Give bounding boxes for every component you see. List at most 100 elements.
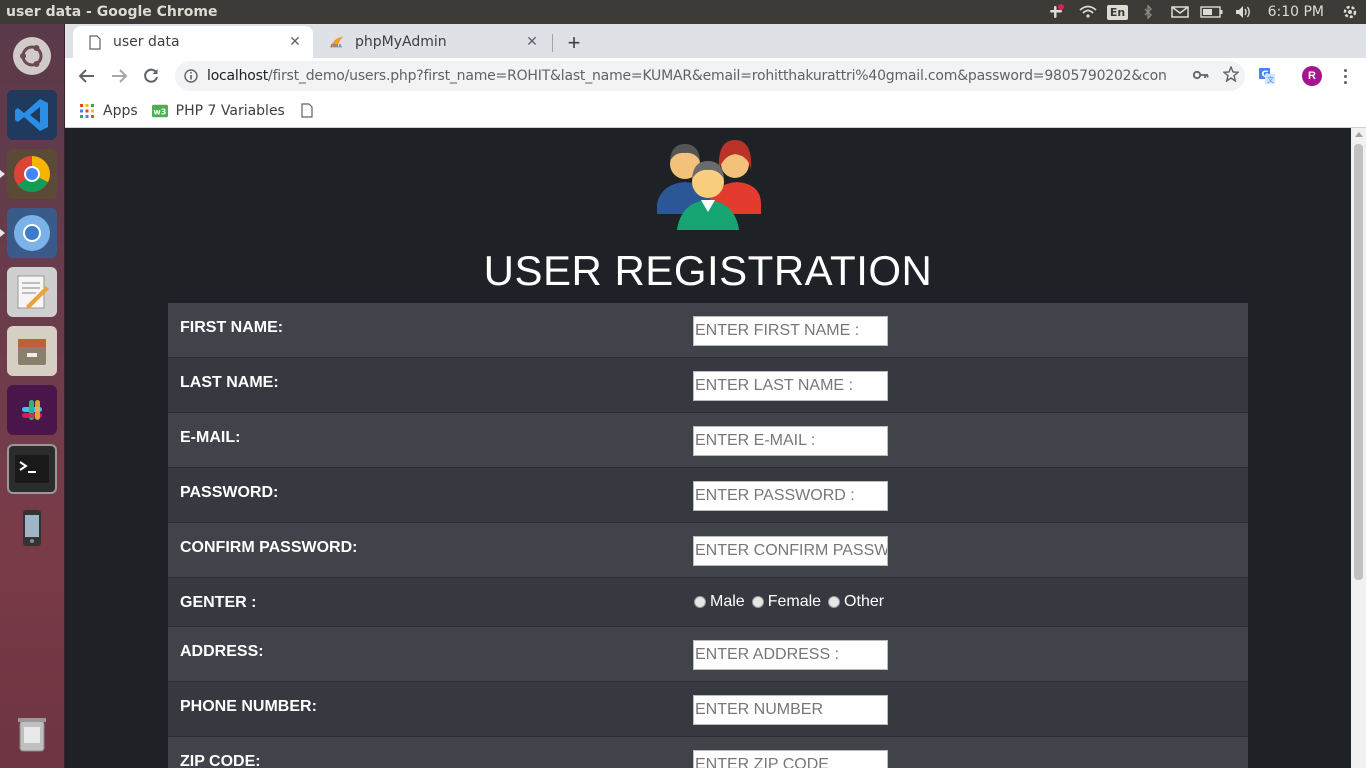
gender-radio-group: Male Female Other [693,593,890,611]
volume-icon[interactable] [1228,0,1260,24]
clock[interactable]: 6:10 PM [1260,4,1334,20]
form-row-last-name: LAST NAME: [168,358,1248,413]
tab-strip: user data ✕ PMA phpMyAdmin ✕ + [65,24,1366,58]
field-label: GENTER : [180,594,257,611]
os-top-panel: user data - Google Chrome En 6:10 PM [0,0,1366,24]
bluetooth-icon[interactable] [1132,0,1164,24]
form-row-first-name: FIRST NAME: [168,303,1248,358]
vscode-icon[interactable] [7,90,57,140]
key-icon[interactable] [1192,67,1209,85]
form-row-zip: ZIP CODE: [168,737,1248,768]
w3-icon: w3 [151,103,168,119]
wifi-icon[interactable] [1072,0,1104,24]
bookmark-star-icon[interactable] [1222,64,1240,87]
field-label: E-MAIL: [180,429,241,446]
svg-text:文: 文 [1267,75,1274,84]
text-editor-icon[interactable] [7,267,57,317]
slack-icon[interactable] [7,385,57,435]
google-chrome-icon[interactable] [7,149,57,199]
mail-icon[interactable] [1164,0,1196,24]
url-path: /first_demo/users.php?first_name=ROHIT&l… [268,68,1167,84]
zip-input[interactable] [693,750,888,768]
bookmark-label: Apps [103,102,138,119]
reload-button[interactable] [137,62,165,90]
form-row-phone: PHONE NUMBER: [168,682,1248,737]
gender-female-radio[interactable] [751,596,764,608]
terminal-icon[interactable] [7,444,57,494]
radio-label[interactable]: Female [768,593,821,611]
tab-title: phpMyAdmin [355,34,447,50]
url-text: localhost/first_demo/users.php?first_nam… [207,68,1167,84]
gender-other-radio[interactable] [828,596,841,608]
tab-separator [552,34,553,52]
apps-grid-icon [79,103,95,119]
address-bar[interactable]: localhost/first_demo/users.php?first_nam… [175,61,1245,91]
email-input[interactable] [693,426,888,456]
back-button[interactable] [73,62,101,90]
address-input[interactable] [693,640,888,670]
chromium-icon[interactable] [7,208,57,258]
profile-avatar[interactable]: R [1302,66,1322,86]
running-indicator [0,170,5,178]
field-label: PASSWORD: [180,484,279,501]
browser-toolbar: localhost/first_demo/users.php?first_nam… [65,58,1366,94]
bookmark-php7-variables[interactable]: w3 PHP 7 Variables [151,102,285,119]
bookmark-label: PHP 7 Variables [175,102,285,119]
svg-text:w3: w3 [153,107,166,116]
field-label: LAST NAME: [180,374,279,391]
page-icon [299,103,315,119]
scroll-up-arrow[interactable] [1355,132,1363,137]
phone-input[interactable] [693,695,888,725]
document-icon [87,34,103,50]
field-label: FIRST NAME: [180,319,284,336]
password-input[interactable] [693,481,888,511]
form-row-address: ADDRESS: [168,627,1248,682]
field-label: PHONE NUMBER: [180,698,317,715]
page-scrollbar[interactable] [1351,128,1366,768]
field-label: ADDRESS: [180,643,264,660]
tab-user-data[interactable]: user data ✕ [73,26,313,58]
forward-button[interactable] [105,62,133,90]
hero: USER REGISTRATION [65,134,1351,294]
scroll-thumb[interactable] [1354,144,1363,580]
radio-label[interactable]: Other [844,593,884,611]
first-name-input[interactable] [693,316,888,346]
settings-gear-icon[interactable] [1334,0,1366,24]
trash-icon[interactable] [7,708,57,758]
system-tray: En 6:10 PM [1040,0,1366,24]
launcher [0,24,65,768]
confirm-password-input[interactable] [693,536,888,566]
files-icon[interactable] [7,326,57,376]
tab-phpmyadmin[interactable]: PMA phpMyAdmin ✕ [315,26,550,58]
slack-tray-icon[interactable] [1040,0,1072,24]
running-indicator [0,229,5,237]
tab-close-icon[interactable]: ✕ [285,32,305,52]
bookmark-apps[interactable]: Apps [79,103,138,119]
pma-icon: PMA [329,34,345,50]
field-label: CONFIRM PASSWORD: [180,539,358,556]
registration-form: FIRST NAME: LAST NAME: E-MAIL: PASSWORD:… [168,303,1248,768]
gender-male-radio[interactable] [694,596,706,608]
last-name-input[interactable] [693,371,888,401]
bookmark-page[interactable] [299,103,323,119]
keyboard-language-indicator[interactable]: En [1104,0,1132,24]
translate-extension-icon[interactable]: G文 [1257,66,1277,86]
tab-title: user data [113,34,180,50]
ubuntu-dash-icon[interactable] [7,31,57,81]
new-tab-button[interactable]: + [561,30,587,56]
form-row-password: PASSWORD: [168,468,1248,523]
svg-text:PMA: PMA [331,43,343,49]
users-group-icon [657,140,761,230]
tab-close-icon[interactable]: ✕ [522,32,542,52]
form-row-email: E-MAIL: [168,413,1248,468]
lang-label: En [1106,4,1129,20]
phone-icon[interactable] [7,503,57,553]
bookmarks-bar: Apps w3 PHP 7 Variables [65,94,1366,128]
chrome-menu-icon[interactable] [1335,64,1355,88]
battery-icon[interactable] [1196,0,1228,24]
form-row-gender: GENTER : Male Female Other [168,578,1248,627]
window-title: user data - Google Chrome [6,4,218,20]
radio-label[interactable]: Male [710,593,745,611]
site-info-icon[interactable] [183,68,199,84]
omnibox-actions [1192,61,1240,91]
